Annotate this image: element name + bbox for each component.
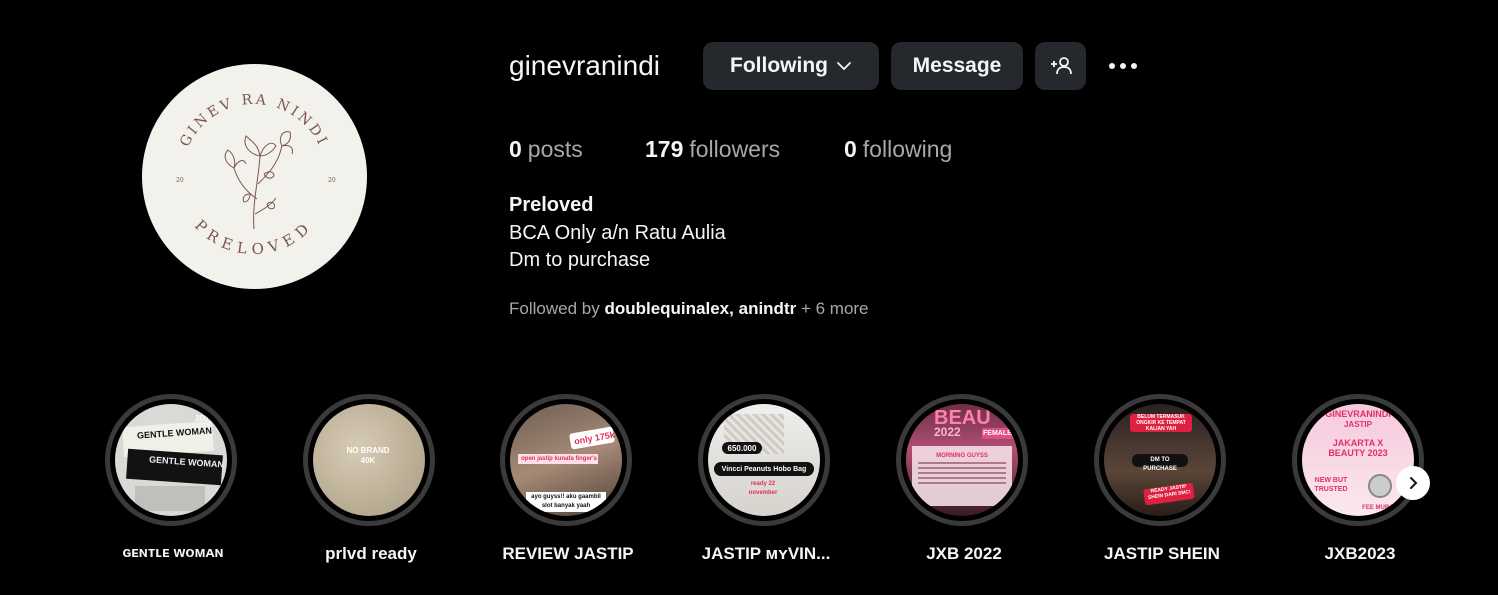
bio-line: BCA Only a/n Ratu Aulia [509, 222, 726, 244]
story-highlight[interactable]: BELUM TERMASUK ONGKIR KE TEMPAT KALIAN Y… [1092, 392, 1232, 567]
following-button[interactable]: Following [703, 42, 879, 90]
options-more-icon[interactable] [1103, 52, 1143, 80]
add-user-icon [1050, 57, 1072, 75]
suggested-users-button[interactable] [1035, 42, 1086, 90]
posts-stat: 0 posts [509, 136, 583, 162]
profile-avatar[interactable]: GINEV RA NINDI PRELOVED 20 20 [142, 64, 367, 289]
highlight-cover: 650.000 Vincci Peanuts Hobo Bag ready 22… [708, 404, 820, 516]
highlights-next-button[interactable] [1396, 466, 1430, 500]
preloved-logo: GINEV RA NINDI PRELOVED 20 20 [176, 92, 336, 259]
chevron-right-icon [1410, 477, 1418, 489]
svg-text:GINEV RA NINDI: GINEV RA NINDI [177, 92, 331, 150]
story-highlight[interactable]: NO BRAND 40K prlvd ready [301, 392, 441, 567]
following-label: Following [730, 54, 828, 77]
highlight-cover: BEAU 2022 FEMALE MORNING GUYSS [906, 404, 1018, 516]
highlight-cover: GENTLE WOMAN GENTLE WOMAN 300 [115, 404, 227, 516]
story-highlight[interactable]: GENTLE WOMAN GENTLE WOMAN 300 ɢᴇɴᴛʟᴇ ᴡᴏᴍ… [103, 392, 243, 567]
svg-text:20: 20 [328, 177, 336, 184]
profile-username: ginevranindi [509, 50, 660, 81]
message-label: Message [912, 54, 1002, 77]
highlight-label: prlvd ready [325, 544, 417, 563]
followed-by[interactable]: Followed by doublequinalex, anindtr + 6 … [509, 299, 869, 319]
story-highlight[interactable]: BEAU 2022 FEMALE MORNING GUYSS JXB 2022 [894, 392, 1034, 567]
followers-stat[interactable]: 179 followers [645, 134, 780, 164]
highlight-label: ɢᴇɴᴛʟᴇ ᴡᴏᴍᴀɴ [122, 544, 224, 561]
highlight-cover: BELUM TERMASUK ONGKIR KE TEMPAT KALIAN Y… [1104, 404, 1216, 516]
story-highlight[interactable]: 650.000 Vincci Peanuts Hobo Bag ready 22… [696, 392, 836, 567]
highlight-label: JASTIP SHEIN [1104, 544, 1220, 563]
highlight-label: JXB 2022 [926, 544, 1002, 563]
highlight-label: REVIEW JASTIP [502, 544, 634, 563]
bio-name: Preloved [509, 194, 594, 216]
chevron-down-icon [837, 62, 851, 71]
follower-link[interactable]: doublequinalex [604, 299, 729, 318]
story-highlight[interactable]: only 175k open jastip kunafa finger's ay… [498, 392, 638, 567]
highlight-label: JXB2023 [1324, 544, 1396, 563]
bio-line: Dm to purchase [509, 249, 651, 271]
highlight-cover: GINEVRANINDI JASTIP JAKARTA X BEAUTY 202… [1302, 404, 1414, 516]
message-button[interactable]: Message [891, 42, 1023, 90]
highlight-cover: NO BRAND 40K [313, 404, 425, 516]
highlight-label: JASTIP ᴍʏVIN... [701, 544, 831, 563]
highlight-cover: only 175k open jastip kunafa finger's ay… [510, 404, 622, 516]
svg-text:20: 20 [176, 177, 184, 184]
following-stat[interactable]: 0 following [844, 134, 952, 164]
follower-link[interactable]: anindtr [739, 299, 797, 318]
flower-icon [224, 131, 293, 230]
